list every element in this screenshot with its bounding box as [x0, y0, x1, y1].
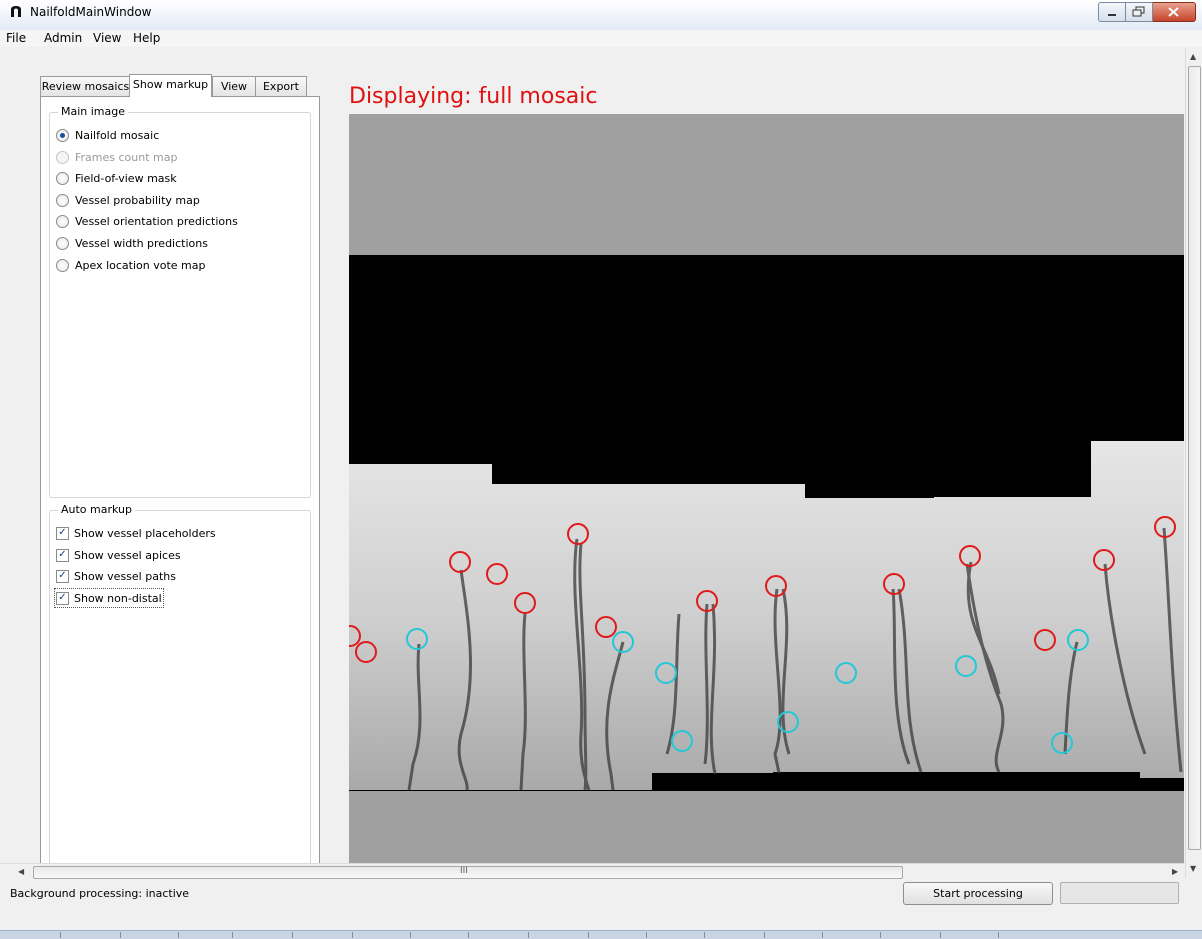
radio-label: Frames count map — [75, 150, 178, 164]
radio-apex-location-vote-map[interactable]: Apex location vote map — [56, 257, 206, 273]
radio-label: Vessel probability map — [75, 193, 200, 207]
radio-button[interactable] — [56, 236, 69, 250]
radio-label: Vessel width predictions — [75, 236, 208, 250]
radio-label: Nailfold mosaic — [75, 128, 160, 142]
minimize-icon — [1108, 14, 1116, 16]
checkbox-show-vessel-apices[interactable]: ✓ Show vessel apices — [56, 547, 181, 563]
displaying-label: Displaying: full mosaic — [349, 84, 598, 109]
processing-progress-bar — [1060, 882, 1179, 904]
menu-bar: File Admin View Help — [0, 30, 1202, 47]
menu-admin[interactable]: Admin — [44, 31, 82, 45]
menu-file[interactable]: File — [6, 31, 26, 45]
checkbox-checked-icon[interactable]: ✓ — [56, 591, 69, 605]
scroll-up-icon[interactable]: ▲ — [1190, 52, 1196, 61]
radio-button[interactable] — [56, 214, 69, 228]
minimize-button[interactable] — [1098, 2, 1126, 22]
mosaic-viewer[interactable] — [349, 114, 1184, 863]
radio-button[interactable] — [56, 171, 69, 185]
window-title: NailfoldMainWindow — [30, 5, 152, 19]
auto-markup-title: Auto markup — [58, 503, 136, 516]
background-processing-status: Background processing: inactive — [10, 887, 190, 900]
radio-label: Apex location vote map — [75, 258, 206, 272]
radio-label: Vessel orientation predictions — [75, 214, 238, 228]
radio-vessel-orientation-predictions[interactable]: Vessel orientation predictions — [56, 213, 238, 229]
close-button[interactable] — [1153, 2, 1196, 22]
menu-view[interactable]: View — [93, 31, 121, 45]
tab-export[interactable]: Export — [255, 76, 307, 96]
tab-view[interactable]: View — [212, 76, 256, 96]
title-bar: NailfoldMainWindow — [0, 0, 1202, 31]
radio-label: Field-of-view mask — [75, 171, 177, 185]
tab-review-mosaics[interactable]: Review mosaics — [40, 76, 131, 96]
checkbox-label: Show non-distal — [74, 591, 162, 605]
checkbox-checked-icon[interactable]: ✓ — [56, 548, 69, 562]
scroll-left-icon[interactable]: ◀ — [18, 867, 24, 876]
horizontal-scroll-thumb[interactable]: III — [33, 866, 903, 879]
checkbox-label: Show vessel placeholders — [74, 526, 216, 540]
scroll-right-icon[interactable]: ▶ — [1172, 867, 1178, 876]
checkbox-checked-icon[interactable]: ✓ — [56, 526, 69, 540]
app-logo-icon — [11, 6, 21, 17]
scroll-grip-icon: III — [460, 866, 468, 876]
close-icon — [1168, 7, 1179, 17]
checkbox-show-vessel-paths[interactable]: ✓ Show vessel paths — [56, 568, 176, 584]
scroll-down-icon[interactable]: ▼ — [1190, 864, 1196, 873]
mosaic-image[interactable] — [349, 114, 1184, 863]
radio-nailfold-mosaic[interactable]: Nailfold mosaic — [56, 127, 159, 143]
auto-markup-group: Auto markup — [49, 503, 311, 866]
window-controls — [1098, 2, 1196, 22]
horizontal-scrollbar[interactable]: ◀ III ▶ — [0, 863, 1185, 880]
radio-vessel-width-predictions[interactable]: Vessel width predictions — [56, 235, 208, 251]
radio-field-of-view-mask[interactable]: Field-of-view mask — [56, 170, 177, 186]
checkbox-show-vessel-placeholders[interactable]: ✓ Show vessel placeholders — [56, 525, 216, 541]
tab-show-markup[interactable]: Show markup — [129, 74, 212, 97]
radio-button — [56, 150, 69, 164]
restore-button[interactable] — [1126, 2, 1153, 22]
checkbox-label: Show vessel paths — [74, 569, 176, 583]
checkbox-checked-icon[interactable]: ✓ — [56, 569, 69, 583]
radio-button[interactable] — [56, 258, 69, 272]
menu-help[interactable]: Help — [133, 31, 160, 45]
checkbox-label: Show vessel apices — [74, 548, 181, 562]
start-processing-button[interactable]: Start processing — [903, 882, 1053, 905]
vertical-scrollbar[interactable]: ▲ ▼ — [1185, 48, 1202, 878]
markup-panel: Main image Auto markup — [40, 96, 320, 866]
restore-icon — [1132, 6, 1145, 17]
checkbox-show-non-distal[interactable]: ✓ Show non-distal — [54, 588, 164, 608]
radio-frames-count-map: Frames count map — [56, 149, 177, 165]
vertical-scroll-thumb[interactable] — [1188, 66, 1201, 850]
radio-button[interactable] — [56, 128, 69, 142]
radio-vessel-probability-map[interactable]: Vessel probability map — [56, 192, 200, 208]
radio-button[interactable] — [56, 193, 69, 207]
main-image-title: Main image — [58, 105, 129, 118]
